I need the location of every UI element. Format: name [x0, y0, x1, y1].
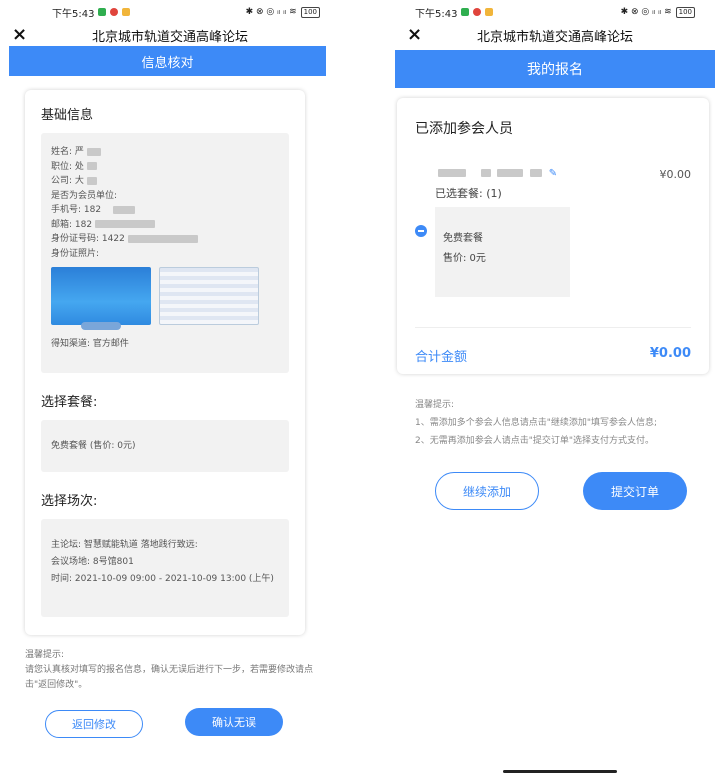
info-member: 是否为会员单位: [51, 190, 118, 201]
battery-icon: 100 [300, 6, 320, 18]
status-time: 下午5:43 [415, 8, 458, 20]
tips-body: 请您认真核对填写的报名信息，确认无误后进行下一步，若需要修改请点击"返回修改"。 [25, 665, 314, 690]
basic-info-title: 基础信息 [41, 108, 94, 123]
redacted-block [113, 205, 136, 214]
session-forum: 主论坛: 智慧赋能轨道 落地践行致远: [51, 540, 198, 550]
session-title: 选择场次: [41, 494, 98, 509]
home-indicator[interactable] [503, 770, 617, 773]
verify-screen: 下午5:43 ✱ ⊗ ◎ ᵢₗ ᵢₗ ≋ 100 × 北京城市轨道交通高峰论坛 … [0, 0, 340, 778]
status-bar: 下午5:43 ✱ ⊗ ◎ ᵢₗ ᵢₗ ≋ 100 [0, 0, 340, 24]
tips-title: 温馨提示: [415, 400, 455, 410]
tips: 温馨提示: 请您认真核对填写的报名信息，确认无误后进行下一步，若需要修改请点击"… [25, 648, 325, 693]
redacted-block [497, 169, 524, 177]
nav-title: 北京城市轨道交通高峰论坛 [91, 29, 248, 45]
app-notification-icon [461, 8, 470, 16]
attendee-title: 已添加参会人员 [415, 121, 513, 137]
status-time: 下午5:43 [52, 8, 95, 20]
redacted-block [86, 162, 97, 170]
attendee-price: ¥0.00 [659, 168, 692, 181]
notification-icon [485, 8, 494, 16]
redacted-block [438, 169, 466, 177]
continue-add-button[interactable]: 继续添加 [435, 472, 539, 510]
location-icon [473, 8, 482, 16]
total-label: 合计金额 [415, 350, 468, 365]
info-id-photo: 身份证照片: [51, 248, 100, 259]
info-position: 职位: 处 [51, 160, 279, 175]
page-header: 信息核对 [9, 46, 326, 76]
info-company: 公司: 大 [51, 174, 279, 189]
tips-line-2: 2、无需再添加参会人请点击"提交订单"选择支付方式支付。 [415, 436, 655, 446]
attendee-row: ✎ ¥0.00 [415, 168, 691, 181]
nav-title: 北京城市轨道交通高峰论坛 [476, 29, 633, 45]
attendee-name: ✎ [435, 168, 557, 181]
package-title: 选择套餐: [41, 395, 98, 410]
submit-order-button[interactable]: 提交订单 [583, 472, 687, 510]
info-email: 邮箱: 182 [51, 218, 279, 233]
app-notification-icon [98, 8, 107, 16]
selected-package: 已选套餐: (1) [435, 187, 502, 200]
package-value: 免费套餐 (售价: 0元) [51, 441, 136, 451]
id-photo-front[interactable] [51, 267, 151, 330]
session-time: 时间: 2021-10-09 09:00 - 2021-10-09 13:00 … [51, 574, 274, 584]
id-photo-back[interactable] [159, 267, 259, 325]
redacted-block [95, 220, 156, 228]
redacted-block [86, 147, 101, 156]
redacted-block [481, 169, 492, 177]
attendee-card: 已添加参会人员 ✎ ¥0.00 已选套餐: (1) 免费套餐 售价: 0元 合计… [397, 98, 709, 374]
status-bar: 下午5:43 ✱ ⊗ ◎ ᵢₗ ᵢₗ ≋ 100 [375, 0, 715, 24]
remove-package-icon[interactable] [415, 225, 427, 237]
info-source: 得知渠道: 官方邮件 [51, 339, 129, 349]
redacted-block [86, 176, 97, 185]
status-icons: ✱ ⊗ ◎ ᵢₗ ᵢₗ ≋ [245, 7, 297, 17]
notification-icon [122, 8, 131, 16]
session-box: 主论坛: 智慧赋能轨道 落地践行致远: 会议场地: 8号馆801 时间: 202… [41, 519, 289, 617]
back-edit-button[interactable]: 返回修改 [45, 710, 143, 738]
id-photos [51, 267, 279, 330]
my-registration-screen: 下午5:43 ✱ ⊗ ◎ ᵢₗ ᵢₗ ≋ 100 × 北京城市轨道交通高峰论坛 … [375, 0, 715, 778]
redacted-block [127, 234, 198, 243]
package-row: 免费套餐 售价: 0元 [415, 207, 691, 297]
tips: 温馨提示: 1、需添加多个参会人信息请点击"继续添加"填写参会人信息; 2、无需… [415, 396, 715, 450]
tips-line-1: 1、需添加多个参会人信息请点击"继续添加"填写参会人信息; [415, 418, 658, 428]
total-row: 合计金额 ¥0.00 [415, 346, 691, 365]
close-icon[interactable]: × [407, 24, 422, 46]
nav-bar: × 北京城市轨道交通高峰论坛 [375, 24, 715, 46]
divider [415, 327, 691, 328]
info-name: 姓名: 严 [51, 145, 279, 160]
tips-title: 温馨提示: [25, 650, 65, 660]
package-name: 免费套餐 [443, 233, 483, 244]
battery-icon: 100 [675, 6, 695, 18]
info-phone: 手机号: 182 [51, 203, 279, 218]
package-box: 免费套餐 (售价: 0元) [41, 420, 289, 472]
page-header: 我的报名 [395, 50, 715, 88]
confirm-button[interactable]: 确认无误 [185, 708, 283, 736]
close-icon[interactable]: × [12, 24, 27, 46]
info-id-number: 身份证号码: 1422 [51, 232, 279, 247]
nav-bar: × 北京城市轨道交通高峰论坛 [0, 24, 340, 46]
package-card: 免费套餐 售价: 0元 [435, 207, 570, 297]
location-icon [110, 8, 119, 16]
total-value: ¥0.00 [649, 346, 691, 361]
status-icons: ✱ ⊗ ◎ ᵢₗ ᵢₗ ≋ [620, 7, 672, 17]
verify-card: 基础信息 姓名: 严 职位: 处 公司: 大 是否为会员单位: 手机号: 182… [25, 90, 305, 635]
edit-icon[interactable]: ✎ [549, 168, 557, 179]
redacted-block [529, 169, 542, 177]
basic-info-box: 姓名: 严 职位: 处 公司: 大 是否为会员单位: 手机号: 182 邮箱: … [41, 133, 289, 373]
session-venue: 会议场地: 8号馆801 [51, 557, 134, 567]
package-price: 售价: 0元 [443, 253, 486, 264]
